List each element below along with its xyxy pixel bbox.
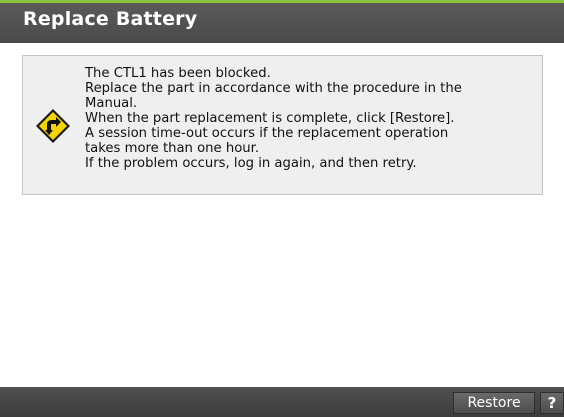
message-line: Replace the part in accordance with the … xyxy=(85,81,462,96)
help-button[interactable]: ? xyxy=(540,392,564,414)
message-text: The CTL1 has been blocked. Replace the p… xyxy=(85,66,535,171)
dialog-title: Replace Battery xyxy=(23,8,198,30)
message-line: Manual. xyxy=(85,96,138,111)
message-line: A session time-out occurs if the replace… xyxy=(85,126,449,141)
restore-button[interactable]: Restore xyxy=(453,392,535,414)
message-line: The CTL1 has been blocked. xyxy=(85,66,271,81)
message-line: If the problem occurs, log in again, and… xyxy=(85,156,417,171)
message-line: takes more than one hour. xyxy=(85,141,260,156)
warning-diamond-icon xyxy=(36,109,70,143)
dialog-titlebar: Replace Battery xyxy=(0,0,564,43)
message-panel: The CTL1 has been blocked. Replace the p… xyxy=(22,55,543,195)
dialog-footer: Restore ? xyxy=(0,387,564,417)
replace-battery-dialog: Replace Battery The CTL1 has been blocke… xyxy=(0,0,564,417)
message-line: When the part replacement is complete, c… xyxy=(85,111,455,126)
